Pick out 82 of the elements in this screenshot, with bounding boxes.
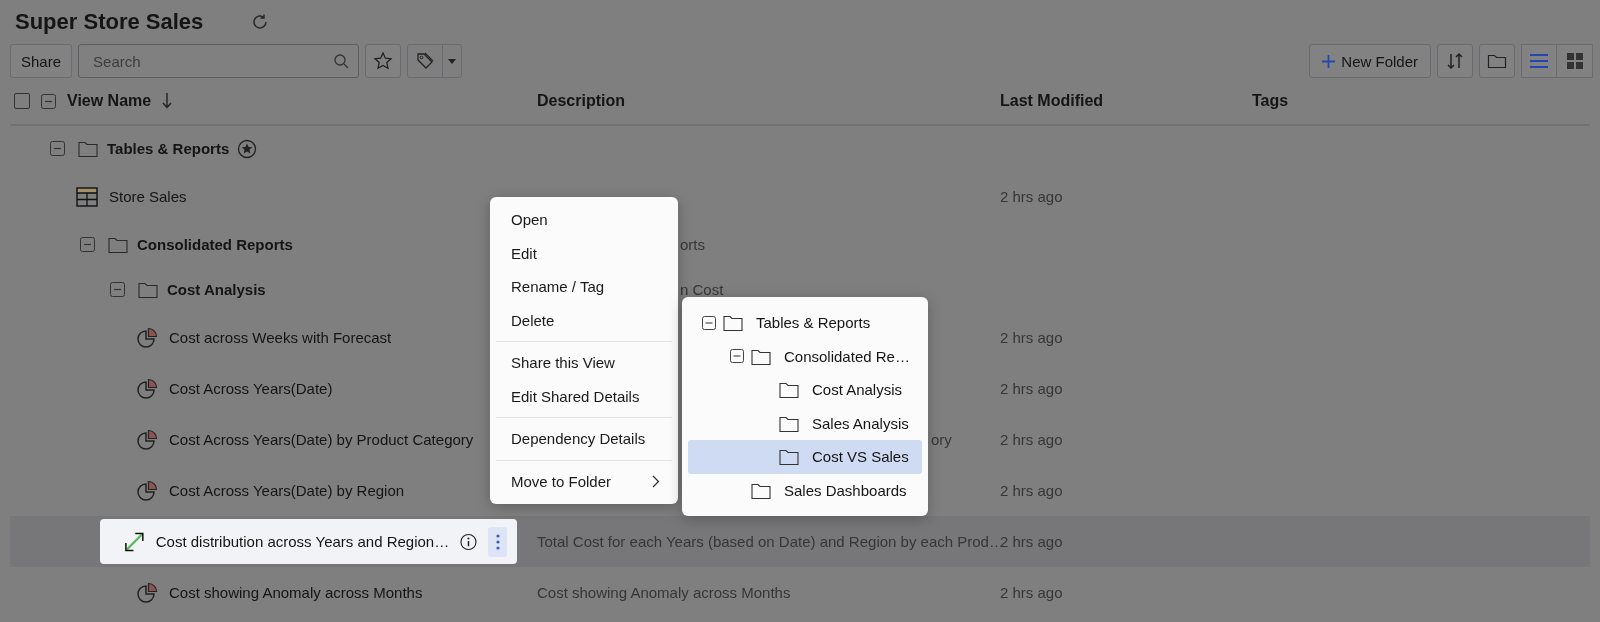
- folder-icon: [1487, 52, 1507, 70]
- view-name[interactable]: Cost showing Anomaly across Months: [169, 584, 423, 601]
- plus-icon: [1322, 54, 1336, 68]
- list-view-button[interactable]: [1521, 44, 1557, 78]
- menu-item[interactable]: Dependency Details: [496, 422, 672, 456]
- menu-item[interactable]: Delete: [496, 303, 672, 337]
- tag-icon: [415, 51, 436, 71]
- caret-icon: [448, 58, 457, 64]
- folder-icon: [779, 448, 799, 466]
- select-all-checkbox[interactable]: [14, 93, 30, 109]
- share-button[interactable]: Share: [10, 44, 73, 78]
- menu-item[interactable]: Move to Folder: [496, 464, 672, 498]
- column-header[interactable]: View Name: [67, 92, 152, 110]
- tag-button[interactable]: [407, 44, 463, 78]
- page-title: Super Store Sales: [15, 9, 204, 35]
- kebab-icon: [495, 533, 500, 550]
- view-name[interactable]: Cost Across Years(Date): [169, 380, 333, 397]
- table-icon: [76, 186, 98, 207]
- menu-item[interactable]: Open: [496, 203, 672, 237]
- description-text: orts: [680, 236, 705, 253]
- description-text: n Cost: [680, 281, 724, 298]
- pie-chart-icon: [136, 377, 158, 400]
- new-folder-button[interactable]: New Folder: [1309, 44, 1431, 78]
- menu-item[interactable]: Share this View: [496, 346, 672, 380]
- column-header[interactable]: Last Modified: [1000, 92, 1252, 110]
- search-icon: [333, 53, 350, 69]
- more-options-button[interactable]: [488, 526, 507, 557]
- sort-button[interactable]: [1437, 44, 1473, 78]
- folder-button[interactable]: [1479, 44, 1515, 78]
- favorite-button[interactable]: [365, 44, 402, 78]
- folder-icon: [751, 481, 771, 499]
- column-header[interactable]: Tags: [1252, 92, 1590, 110]
- info-icon[interactable]: [460, 532, 478, 551]
- last-modified-text: 2 hrs ago: [1000, 329, 1063, 346]
- menu-item[interactable]: Edit: [496, 236, 672, 270]
- folder-name[interactable]: Tables & Reports: [107, 140, 230, 157]
- pie-chart-icon: [136, 581, 158, 604]
- pie-chart-icon: [136, 428, 158, 451]
- folder-icon: [138, 281, 158, 298]
- folder-name[interactable]: Cost Analysis: [167, 281, 266, 298]
- collapse-icon[interactable]: [730, 349, 744, 364]
- grid-view-button[interactable]: [1557, 44, 1593, 78]
- folder-option[interactable]: Consolidated Re…: [784, 347, 910, 365]
- last-modified-text: 2 hrs ago: [1000, 584, 1063, 601]
- folder-name[interactable]: Consolidated Reports: [137, 236, 293, 253]
- menu-item[interactable]: Rename / Tag: [496, 270, 672, 304]
- sort-arrow-icon: [162, 93, 173, 109]
- folder-icon: [723, 314, 743, 332]
- description-text: ory: [931, 431, 952, 448]
- diagonal-arrow-icon: [124, 530, 145, 553]
- pie-chart-icon: [136, 326, 158, 349]
- folder-icon: [751, 347, 771, 365]
- last-modified-text: 2 hrs ago: [1000, 431, 1063, 448]
- folder-option[interactable]: Cost Analysis: [812, 381, 903, 399]
- folder-icon: [779, 414, 799, 432]
- folder-icon: [779, 381, 799, 399]
- collapse-all-icon[interactable]: [41, 93, 56, 109]
- sort-icon: [1445, 51, 1465, 71]
- search-field[interactable]: Search: [78, 44, 360, 78]
- pie-chart-icon: [136, 479, 158, 502]
- last-modified-text: 2 hrs ago: [1000, 188, 1063, 205]
- menu-item[interactable]: Edit Shared Details: [496, 379, 672, 413]
- last-modified-text: 2 hrs ago: [1000, 482, 1063, 499]
- grid-view-icon: [1566, 53, 1583, 69]
- view-name[interactable]: Cost Across Years(Date) by Product Category: [169, 431, 474, 448]
- folder-icon: [108, 236, 128, 253]
- description-text: Cost showing Anomaly across Months: [537, 584, 791, 601]
- view-name[interactable]: Cost Across Years(Date) by Region: [169, 482, 405, 499]
- folder-option[interactable]: Tables & Reports: [756, 314, 871, 332]
- chevron-right-icon: [652, 474, 660, 488]
- view-name[interactable]: Cost across Weeks with Forecast: [169, 329, 392, 346]
- folder-icon: [78, 140, 98, 157]
- list-view-icon: [1529, 53, 1549, 69]
- collapse-icon[interactable]: [702, 315, 716, 330]
- view-name[interactable]: Store Sales: [109, 188, 187, 205]
- last-modified-text: 2 hrs ago: [1000, 533, 1063, 550]
- refresh-icon[interactable]: [251, 13, 270, 31]
- column-header[interactable]: Description: [537, 92, 1000, 110]
- star-icon: [373, 51, 394, 71]
- folder-option[interactable]: Sales Dashboards: [784, 481, 907, 499]
- folder-option[interactable]: Sales Analysis: [812, 414, 909, 432]
- last-modified-text: 2 hrs ago: [1000, 380, 1063, 397]
